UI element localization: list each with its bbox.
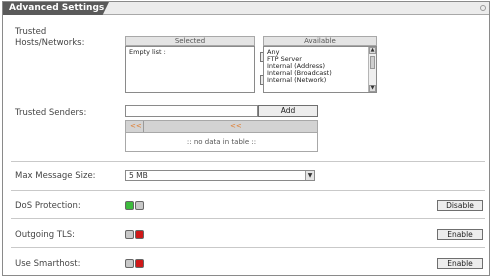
outgoing-tls-label: Outgoing TLS:	[15, 230, 76, 240]
table-column-marker: <<	[130, 122, 142, 130]
divider	[11, 247, 485, 248]
column-divider	[143, 121, 144, 132]
trusted-hosts-label: Trusted Hosts/Networks:	[15, 27, 84, 49]
status-off-light	[135, 201, 144, 210]
divider	[11, 218, 485, 219]
outgoing-tls-toggle-button[interactable]: Enable	[437, 229, 483, 240]
status-on-light	[125, 201, 134, 210]
advanced-settings-panel: Advanced Settings Trusted Hosts/Networks…	[2, 1, 490, 276]
status-off-light	[135, 230, 144, 239]
trusted-hosts-label-line2: Hosts/Networks:	[15, 38, 85, 48]
senders-table-header: << <<	[125, 120, 318, 133]
dos-protection-toggle-button[interactable]: Disable	[437, 200, 483, 211]
dos-protection-status	[125, 201, 145, 210]
list-item[interactable]: Internal (Network)	[267, 77, 373, 84]
select-value: 5 MB	[129, 171, 148, 180]
use-smarthost-label: Use Smarthost:	[15, 259, 81, 269]
scroll-down-icon[interactable]: ▼	[369, 85, 376, 92]
max-message-size-label: Max Message Size:	[15, 171, 96, 181]
divider	[11, 161, 485, 162]
table-column-marker: <<	[230, 122, 242, 130]
available-hosts-list[interactable]: Any FTP Server Internal (Address) Intern…	[263, 46, 377, 93]
divider	[11, 190, 485, 191]
status-on-light	[125, 259, 134, 268]
use-smarthost-status	[125, 259, 145, 268]
use-smarthost-toggle-button[interactable]: Enable	[437, 258, 483, 269]
status-on-light	[125, 230, 134, 239]
selected-hosts-list[interactable]: Empty list :	[125, 46, 255, 93]
scroll-thumb[interactable]	[370, 56, 375, 69]
selected-column-header: Selected	[125, 36, 255, 46]
list-item[interactable]: Empty list :	[129, 49, 251, 56]
collapse-icon[interactable]	[480, 5, 486, 11]
chevron-down-icon[interactable]: ▼	[305, 171, 314, 180]
add-sender-button[interactable]: Add	[258, 105, 318, 117]
trusted-senders-label: Trusted Senders:	[15, 108, 87, 118]
table-empty-message: :: no data in table ::	[186, 138, 257, 146]
max-message-size-select[interactable]: 5 MB ▼	[125, 170, 315, 181]
dos-protection-label: DoS Protection:	[15, 201, 81, 211]
status-off-light	[135, 259, 144, 268]
scroll-up-icon[interactable]: ▲	[369, 47, 376, 54]
available-column-header: Available	[263, 36, 377, 46]
trusted-hosts-label-line1: Trusted	[15, 27, 47, 37]
available-list-scrollbar[interactable]: ▲ ▼	[368, 47, 376, 92]
senders-table-body: :: no data in table ::	[125, 133, 318, 152]
outgoing-tls-status	[125, 230, 145, 239]
panel-title-tab: Advanced Settings	[3, 2, 109, 15]
trusted-sender-input[interactable]	[125, 105, 258, 117]
